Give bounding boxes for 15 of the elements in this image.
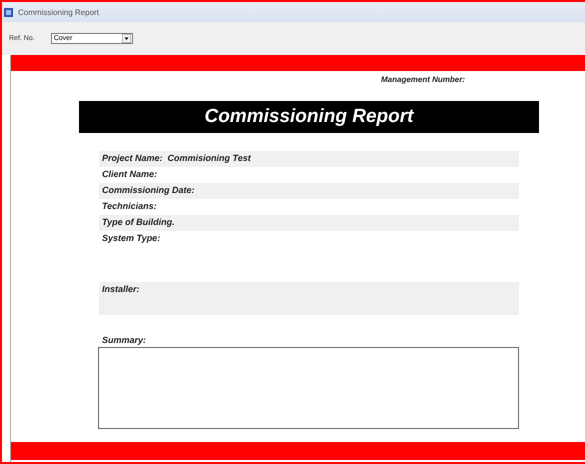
app-icon [4,8,13,16]
management-number-label: Management Number: [381,75,466,84]
field-label: System Type: [102,233,160,243]
field-label: Type of Building. [102,217,175,227]
field-label: Installer: [102,284,140,294]
field-value: Commisioning Test [168,153,251,163]
summary-label: Summary: [102,335,148,345]
field-label: Client Name: [102,169,158,179]
caret-icon [122,34,131,43]
window-title: Commissioning Report [18,8,99,16]
summary-field[interactable] [98,347,519,429]
field-label: Technicians: [102,201,157,211]
report-title: Commissioning Report [79,101,539,133]
field-label: Commissioning Date: [102,185,195,195]
field-label: Project Name: [102,153,163,163]
